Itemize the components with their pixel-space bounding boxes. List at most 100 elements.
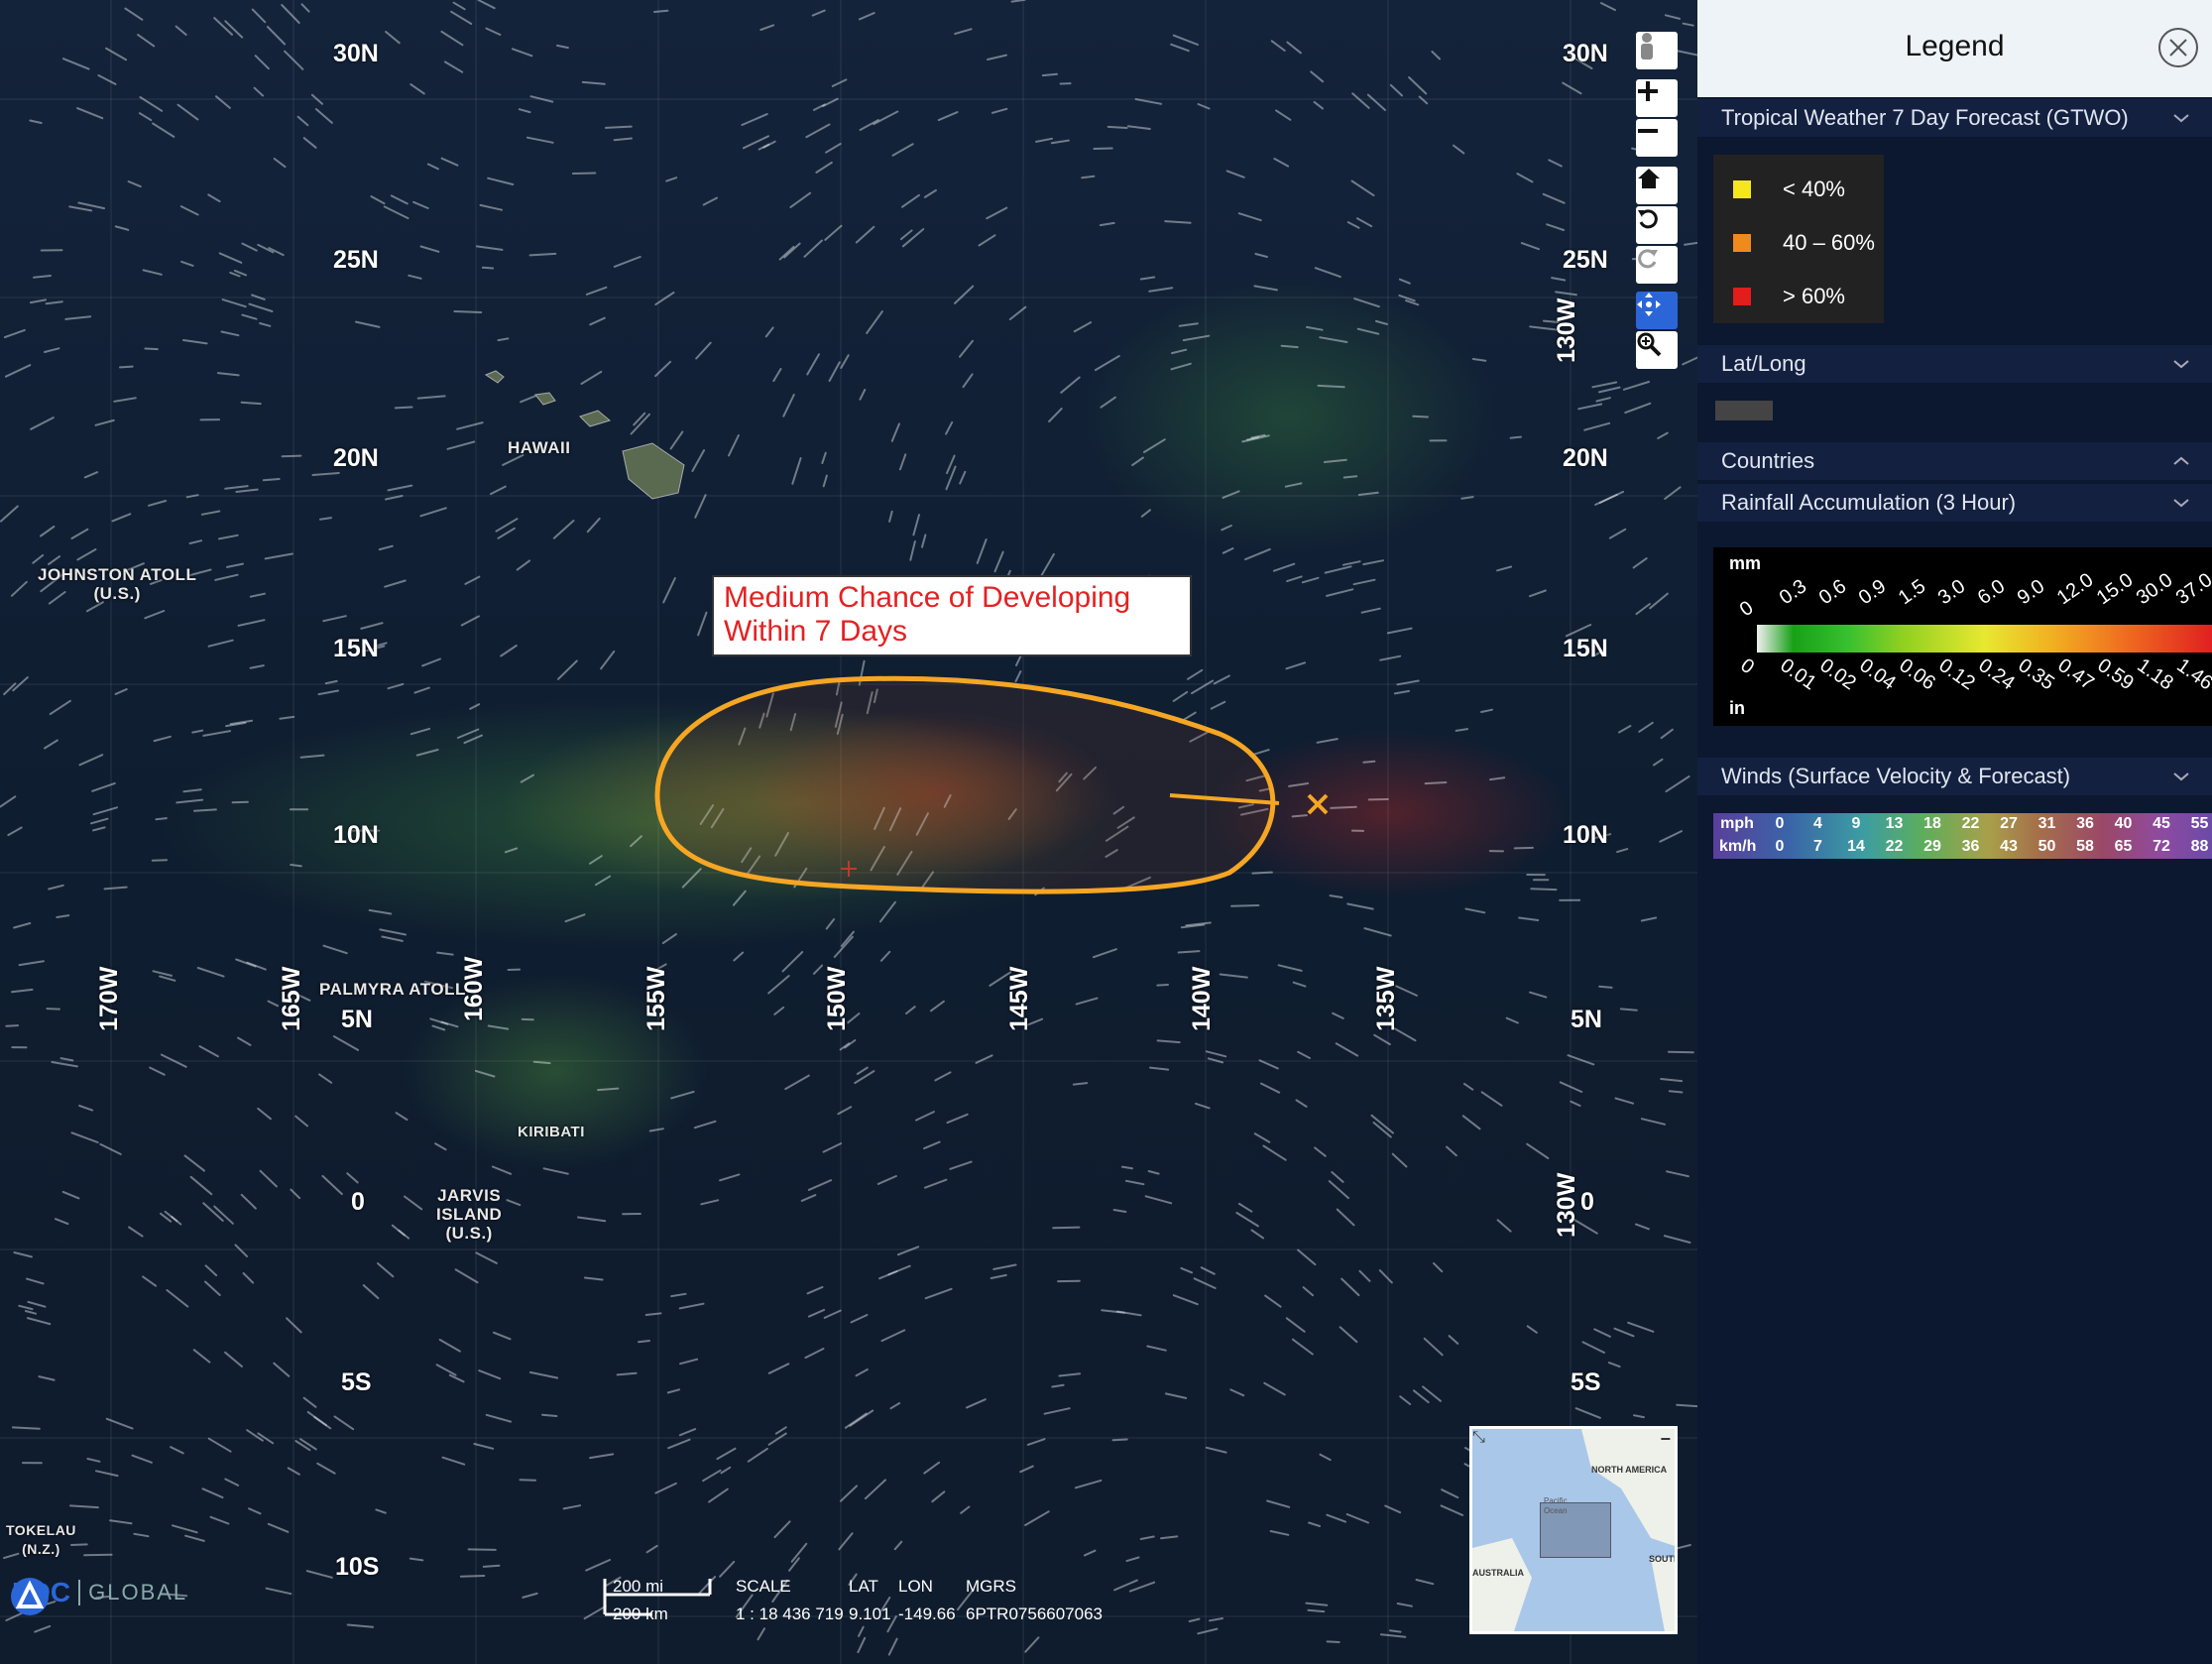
winds-kmh-value: 58 (2076, 838, 2094, 855)
section-label: Winds (Surface Velocity & Forecast) (1721, 764, 2071, 788)
logo-sub: GLOBAL (78, 1580, 187, 1605)
overview-minimap[interactable]: ⤡ − NORTH AMERICA Pacific Ocean AUSTRALI… (1469, 1426, 1678, 1634)
pan-button[interactable] (1636, 292, 1678, 329)
rain-in-tick: 1.18 (2133, 654, 2177, 695)
winds-kmh-label: km/h (1719, 838, 1757, 855)
winds-kmh-row: km/h 0 7 14 22 29 36 43 50 58 65 72 88 (1713, 836, 2212, 859)
lon-readout-label: LON (898, 1577, 933, 1596)
lat-label: 5S (1571, 1368, 1601, 1396)
lat-label: 5N (341, 1006, 373, 1033)
winds-mph-value: 4 (1813, 815, 1822, 832)
lat-label: 5S (341, 1368, 372, 1396)
minimap-label: Pacific (1544, 1496, 1568, 1505)
annotation-line: Medium Chance of Developing (724, 581, 1131, 614)
chevron-down-icon (2173, 360, 2189, 369)
winds-mph-value: 55 (2190, 815, 2209, 832)
lat-label: 20N (1563, 444, 1608, 472)
chevron-up-icon (2173, 456, 2189, 465)
lon-readout-value: -149.66 (898, 1605, 956, 1623)
rain-in-tick: 0.47 (2053, 654, 2098, 695)
lat-label: 15N (333, 635, 379, 662)
rain-mm-tick: 9.0 (2013, 575, 2049, 610)
zoom-box-icon (1637, 332, 1662, 357)
legend-section-countries[interactable]: Countries (1697, 442, 2212, 480)
place-label-kiribati: KIRIBATI (518, 1124, 585, 1140)
legend-section-gtwo[interactable]: Tropical Weather 7 Day Forecast (GTWO) (1697, 99, 2212, 137)
winds-mph-value: 31 (2037, 815, 2056, 832)
lat-label: 10S (335, 1553, 380, 1581)
lon-label: 150W (823, 966, 851, 1031)
section-label: Tropical Weather 7 Day Forecast (GTWO) (1721, 105, 2129, 130)
place-label-jarvis-island: JARVIS ISLAND (U.S.) (436, 1186, 503, 1243)
lon-label: 170W (95, 966, 123, 1031)
pan-icon (1637, 293, 1661, 316)
street-view-button[interactable] (1636, 32, 1678, 69)
zoom-box-button[interactable] (1636, 331, 1678, 369)
rain-in-tick: 0.04 (1855, 654, 1900, 695)
rain-in-tick: 0.35 (2014, 654, 2058, 695)
zoom-out-button[interactable] (1636, 119, 1678, 157)
scale-label: SCALE (736, 1577, 791, 1596)
chevron-down-icon (2173, 114, 2189, 123)
map-view[interactable]: 30N 25N 20N 15N 10N 5N 0 5S 10S 30N 25N … (0, 0, 1697, 1664)
lat-label: 30N (1563, 40, 1608, 67)
zoom-in-icon (1638, 81, 1658, 101)
lon-label: 140W (1188, 966, 1216, 1031)
place-label-palmyra-atoll: PALMYRA ATOLL (319, 980, 466, 999)
lat-label: 10N (333, 821, 379, 849)
scale-value: 1 : 18 436 719 (736, 1605, 844, 1623)
winds-kmh-value: 22 (1885, 838, 1904, 855)
section-label: Rainfall Accumulation (3 Hour) (1721, 490, 2017, 515)
rainfall-legend: mm in 0 0.3 0.6 0.9 1.5 3.0 6.0 9.0 12.0 15.0 30.0… (1713, 547, 2212, 726)
lon-label: 130W (1553, 1172, 1580, 1238)
close-icon (2169, 39, 2187, 57)
rain-mm-tick: 0.6 (1814, 575, 1851, 610)
winds-mph-value: 27 (2000, 815, 2018, 832)
hawaii-islands (484, 370, 685, 500)
home-button[interactable] (1636, 167, 1678, 204)
rain-mm-tick: 37.0 (2171, 568, 2212, 610)
map-overlay (0, 0, 1697, 1664)
gtwo-legend: < 40% 40 – 60% > 60% (1713, 155, 1884, 323)
place-label-johnston-atoll: JOHNSTON ATOLL (U.S.) (38, 565, 197, 603)
expand-icon[interactable]: ⤡ (1472, 1429, 1492, 1449)
zoom-in-button[interactable] (1636, 79, 1678, 117)
lon-label: 155W (642, 966, 670, 1031)
winds-kmh-value: 29 (1923, 838, 1941, 855)
winds-mph-label: mph (1720, 815, 1754, 832)
place-label-tokelau: TOKELAU (N.Z.) (6, 1522, 76, 1557)
minimap-label: NORTH AMERICA (1591, 1465, 1668, 1475)
chevron-down-icon (2173, 773, 2189, 781)
rain-unit-mm: mm (1729, 553, 1762, 573)
rain-in-tick: 0.12 (1934, 654, 1979, 695)
winds-mph-value: 45 (2153, 815, 2170, 832)
rain-mm-tick: 0.3 (1775, 575, 1811, 610)
winds-kmh-value: 36 (1961, 838, 1980, 855)
lon-label: 145W (1005, 966, 1033, 1031)
lon-label: 135W (1372, 966, 1400, 1031)
legend-section-winds[interactable]: Winds (Surface Velocity & Forecast) (1697, 758, 2212, 795)
rain-mm-tick: 15.0 (2092, 568, 2138, 610)
legend-section-rain[interactable]: Rainfall Accumulation (3 Hour) (1697, 484, 2212, 522)
legend-panel: Legend Tropical Weather 7 Day Forecast (… (1697, 0, 2212, 1664)
minimap-label: AUSTRALIA (1472, 1568, 1524, 1578)
rotate-left-button[interactable] (1636, 206, 1678, 244)
mgrs-readout-label: MGRS (966, 1577, 1016, 1596)
section-label: Countries (1721, 448, 1815, 473)
rain-mm-tick: 12.0 (2052, 568, 2098, 610)
legend-section-latlong[interactable]: Lat/Long (1697, 345, 2212, 383)
annotation-line: Within 7 Days (724, 615, 908, 648)
home-icon (1638, 169, 1660, 188)
rotate-right-button[interactable] (1636, 246, 1678, 284)
winds-mph-value: 18 (1923, 815, 1941, 832)
zoom-out-icon (1638, 129, 1658, 133)
close-legend-button[interactable] (2158, 28, 2198, 67)
minimap-collapse-button[interactable]: − (1660, 1429, 1671, 1450)
rain-in-tick: 0.24 (1974, 654, 2019, 695)
lat-readout-label: LAT (849, 1577, 878, 1596)
rain-in-tick: 0.59 (2093, 654, 2138, 695)
disturbance-marker-icon (1307, 793, 1329, 815)
person-icon (1641, 33, 1653, 59)
winds-mph-row: mph 0 4 9 13 18 22 27 31 36 40 45 55 (1713, 813, 2212, 836)
lat-label: 25N (333, 246, 379, 274)
